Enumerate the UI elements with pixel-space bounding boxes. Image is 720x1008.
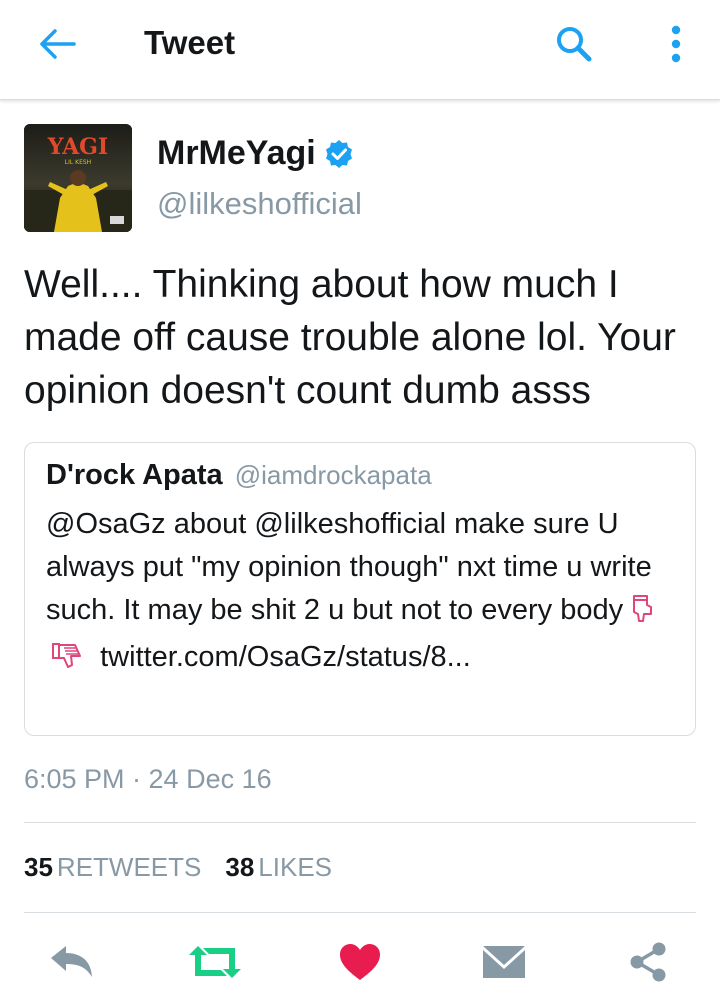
avatar-image: YAGI LIL KESH <box>24 124 132 232</box>
tweet-timestamp: 6:05 PM · 24 Dec 16 <box>24 764 272 794</box>
retweet-icon <box>189 946 241 978</box>
verified-badge-icon <box>325 139 352 168</box>
like-button[interactable] <box>332 936 388 988</box>
more-options-button[interactable] <box>652 20 700 68</box>
page-title: Tweet <box>144 24 236 61</box>
quoted-tweet-text: @OsaGz about @lilkeshofficial make sure … <box>46 503 682 683</box>
avatar-title: YAGI <box>47 134 108 160</box>
retweet-button[interactable] <box>187 936 243 988</box>
direct-message-button[interactable] <box>476 936 532 988</box>
arrow-left-icon <box>40 29 76 59</box>
quoted-author-name: D'rock Apata <box>46 459 223 491</box>
quoted-tweet-body: @OsaGz about @lilkeshofficial make sure … <box>46 508 652 626</box>
reply-icon <box>51 946 92 977</box>
heart-icon <box>340 944 380 980</box>
avatar[interactable]: YAGI LIL KESH <box>24 124 132 232</box>
author-display-name: MrMeYagi <box>157 134 316 172</box>
back-button[interactable] <box>30 22 86 66</box>
search-button[interactable] <box>548 20 600 68</box>
envelope-icon <box>483 946 525 978</box>
avatar-subtitle: LIL KESH <box>65 159 91 166</box>
quoted-author-handle: @iamdrockapata <box>234 460 432 490</box>
quoted-tweet-header: D'rock Apata @iamdrockapata <box>46 459 432 492</box>
quoted-tweet-link[interactable]: twitter.com/OsaGz/status/8... <box>100 641 471 673</box>
author-name[interactable]: MrMeYagi <box>157 134 354 173</box>
divider <box>24 822 696 823</box>
top-app-bar: Tweet <box>0 0 720 100</box>
divider <box>24 912 696 913</box>
more-vertical-icon <box>671 25 681 63</box>
author-handle[interactable]: @lilkeshofficial <box>157 186 362 222</box>
pointing-down-icon <box>627 593 655 636</box>
retweets-count[interactable]: 35 <box>24 852 53 882</box>
search-icon <box>557 27 592 62</box>
thumbs-down-icon <box>50 640 84 683</box>
tweet-stats: 35 RETWEETS 38 LIKES <box>24 852 356 883</box>
tweet-text: Well.... Thinking about how much I made … <box>24 263 676 412</box>
share-button[interactable] <box>620 936 676 988</box>
quoted-tweet-card[interactable]: D'rock Apata @iamdrockapata @OsaGz about… <box>24 442 696 736</box>
share-icon <box>630 942 666 982</box>
reply-button[interactable] <box>44 936 100 988</box>
retweets-label[interactable]: RETWEETS <box>57 852 201 882</box>
likes-count[interactable]: 38 <box>225 852 254 882</box>
likes-label[interactable]: LIKES <box>258 852 332 882</box>
